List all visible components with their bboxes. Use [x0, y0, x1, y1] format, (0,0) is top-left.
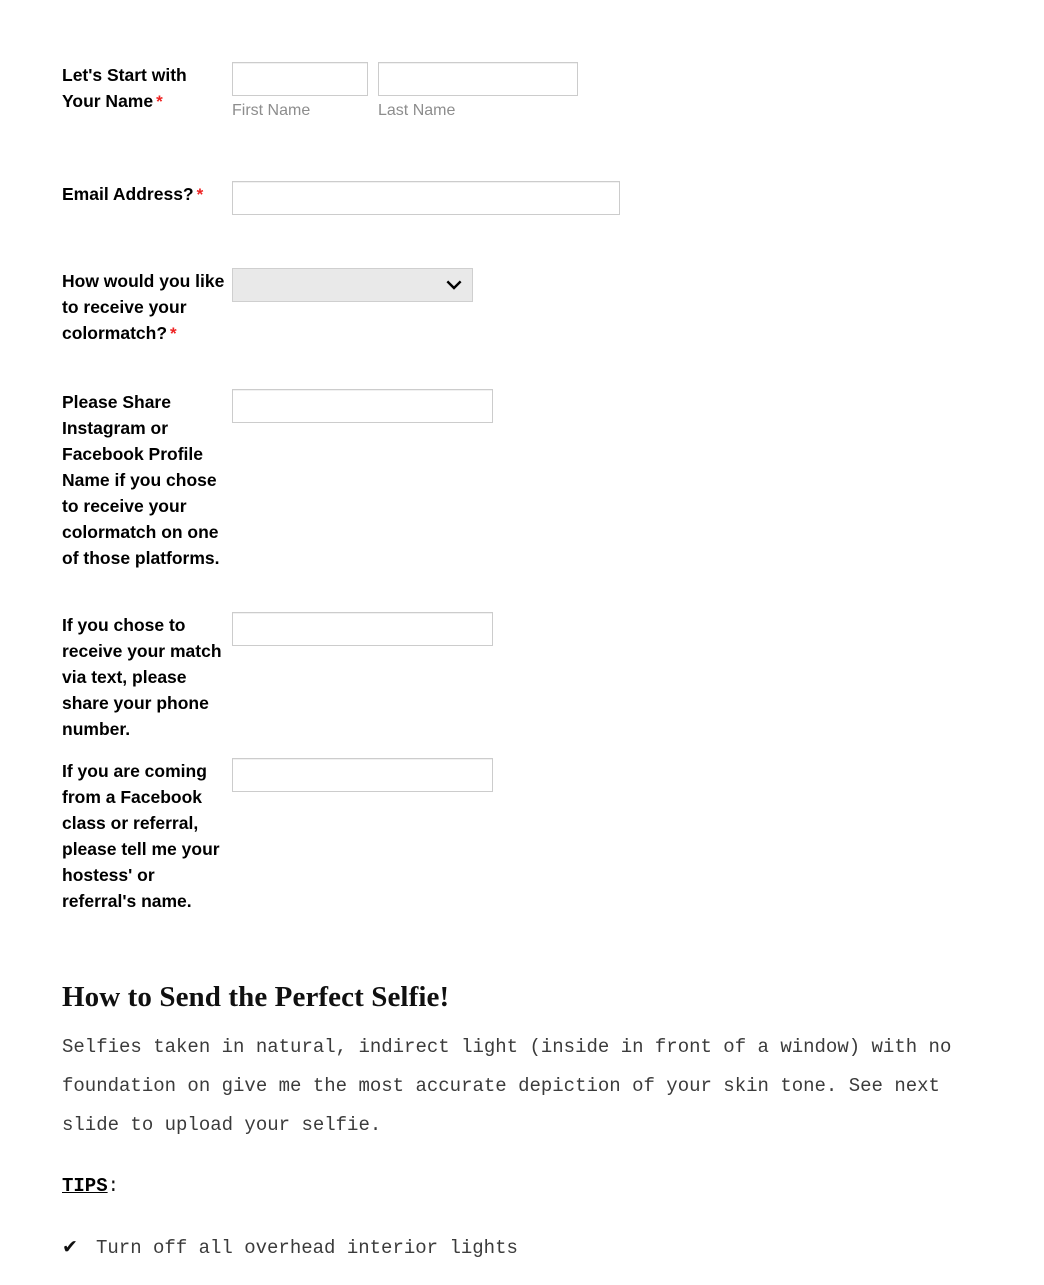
email-input[interactable]: [232, 181, 620, 215]
check-icon: ✔: [62, 1236, 78, 1258]
delivery-method-controls: [232, 268, 473, 302]
phone-number-input[interactable]: [232, 612, 493, 646]
selfie-heading: How to Send the Perfect Selfie!: [62, 981, 450, 1013]
field-row-referral-name: If you are coming from a Facebook class …: [62, 758, 762, 914]
field-label-email: Email Address? *: [0, 181, 232, 208]
required-asterisk-delivery-method: *: [170, 324, 177, 343]
tip-item: ✔ Turn off all overhead interior lights: [62, 1228, 1002, 1268]
field-row-delivery-method: How would you like to receive your color…: [62, 268, 762, 347]
social-profile-controls: [232, 389, 493, 423]
first-name-group: First Name: [232, 62, 368, 120]
name-pair: First Name Last Name: [232, 62, 578, 120]
first-name-input[interactable]: [232, 62, 368, 96]
delivery-method-select[interactable]: [232, 268, 473, 302]
required-asterisk-email: *: [196, 185, 204, 204]
last-name-sub-label: Last Name: [378, 102, 456, 119]
tips-label-colon: :: [107, 1175, 120, 1197]
field-label-email-text: Email Address?: [62, 184, 194, 204]
social-profile-input[interactable]: [232, 389, 493, 423]
field-row-social-profile: Please Share Instagram or Facebook Profi…: [62, 389, 762, 571]
field-label-social-profile-text: Please Share Instagram or Facebook Profi…: [62, 392, 220, 568]
field-label-phone-number: If you chose to receive your match via t…: [0, 612, 232, 742]
selfie-instructions-section: How to Send the Perfect Selfie! Selfies …: [62, 980, 1002, 1268]
name-controls: First Name Last Name: [232, 62, 578, 120]
referral-name-controls: [232, 758, 493, 792]
tip-item-text: Turn off all overhead interior lights: [96, 1237, 518, 1259]
tips-label-word: TIPS: [62, 1175, 108, 1197]
last-name-group: Last Name: [378, 62, 578, 120]
field-label-name: Let's Start with Your Name *: [0, 62, 232, 115]
required-asterisk-name: *: [156, 92, 163, 111]
referral-name-input[interactable]: [232, 758, 493, 792]
field-label-phone-number-text: If you chose to receive your match via t…: [62, 615, 222, 739]
field-label-referral-name: If you are coming from a Facebook class …: [0, 758, 232, 914]
last-name-input[interactable]: [378, 62, 578, 96]
phone-number-controls: [232, 612, 493, 646]
field-label-social-profile: Please Share Instagram or Facebook Profi…: [0, 389, 232, 571]
field-label-name-text: Let's Start with Your Name: [62, 65, 187, 111]
field-label-referral-name-text: If you are coming from a Facebook class …: [62, 761, 220, 911]
field-row-name: Let's Start with Your Name * First Name L…: [62, 62, 762, 120]
form-page: Let's Start with Your Name * First Name L…: [0, 0, 1044, 1285]
tips-label: TIPS:: [62, 1167, 1002, 1206]
email-controls: [232, 181, 620, 215]
field-label-delivery-method: How would you like to receive your color…: [0, 268, 232, 347]
field-label-delivery-method-text: How would you like to receive your color…: [62, 271, 225, 343]
selfie-body-text: Selfies taken in natural, indirect light…: [62, 1036, 963, 1136]
first-name-sub-label: First Name: [232, 102, 311, 119]
field-row-email: Email Address? *: [62, 181, 762, 215]
field-row-phone-number: If you chose to receive your match via t…: [62, 612, 762, 742]
chevron-down-icon: [446, 280, 462, 290]
